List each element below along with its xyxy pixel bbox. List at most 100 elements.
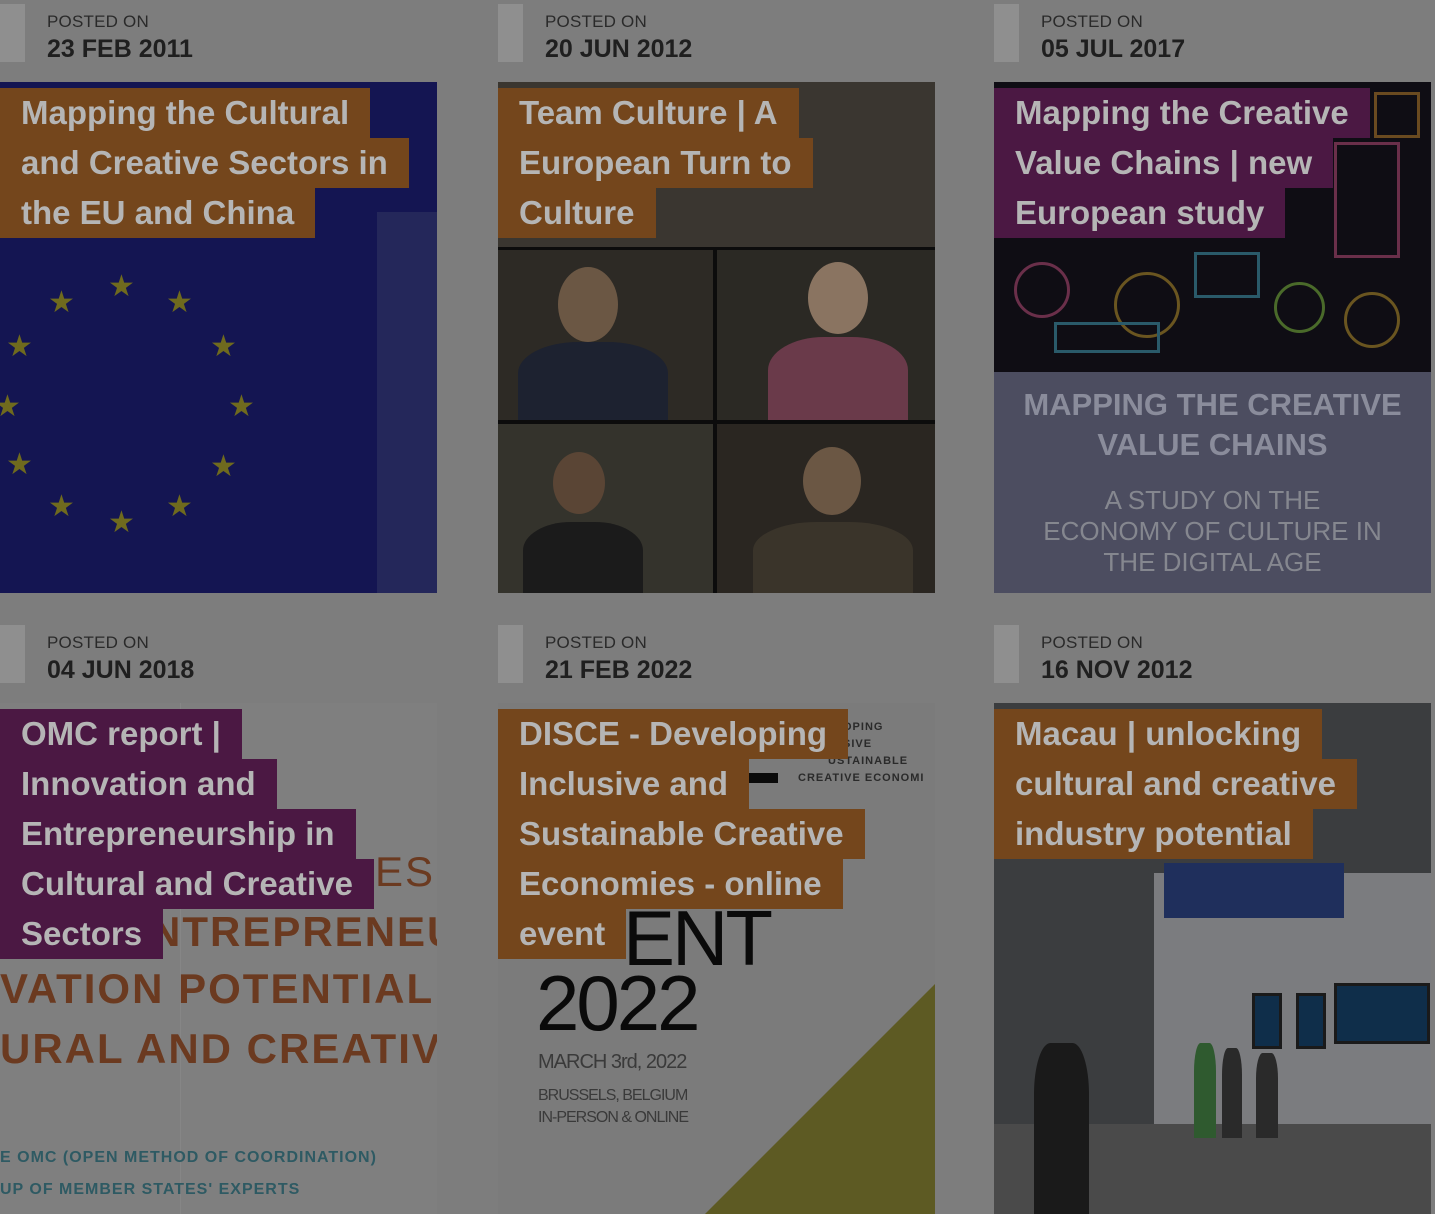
- post-title-line[interactable]: European Turn to: [498, 138, 813, 188]
- cover-heading: VALUE CHAINS: [1097, 427, 1328, 462]
- post-title-line[interactable]: OMC report |: [0, 709, 242, 759]
- post-title-line[interactable]: Economies - online: [498, 859, 843, 909]
- post-thumbnail[interactable]: MAPPING THE CREATIVE VALUE CHAINS A STUD…: [994, 82, 1431, 593]
- visitor-figure: [1222, 1048, 1242, 1138]
- post-title-line[interactable]: Innovation and: [0, 759, 277, 809]
- meta-accent-bar: [498, 625, 523, 683]
- post-date: 21 FEB 2022: [545, 656, 693, 684]
- post-title-line[interactable]: Team Culture | A: [498, 88, 799, 138]
- poster-text: IN-PERSON & ONLINE: [538, 1109, 689, 1126]
- poster-image-corner: [705, 984, 935, 1214]
- meta-accent-bar: [0, 625, 25, 683]
- post-thumbnail[interactable]: ES NTREPRENEU VATION POTENTIAL URAL AND …: [0, 703, 437, 1214]
- posted-on-label: POSTED ON: [47, 633, 149, 652]
- post-card[interactable]: POSTED ON 04 JUN 2018 ES NTREPRENEU VATI…: [0, 621, 437, 1214]
- star-icon: ★: [108, 270, 135, 303]
- cover-text: URAL AND CREATIVE: [0, 1025, 437, 1072]
- post-card[interactable]: POSTED ON 05 JUL 2017 MAPPING THE CREATI…: [994, 0, 1431, 593]
- visitor-figure: [1256, 1053, 1278, 1138]
- expo-screen: [1296, 993, 1326, 1049]
- post-title-line[interactable]: DISCE - Developing: [498, 709, 849, 759]
- visitor-figure: [1194, 1043, 1216, 1138]
- circuit-shape: [1344, 292, 1400, 348]
- post-title-line[interactable]: Value Chains | new: [994, 138, 1334, 188]
- post-meta: POSTED ON 23 FEB 2011: [0, 0, 437, 82]
- star-icon: ★: [48, 490, 75, 523]
- building-panel: [377, 212, 437, 593]
- star-icon: ★: [210, 450, 237, 483]
- meta-accent-bar: [498, 4, 523, 62]
- post-title-line[interactable]: Mapping the Cultural: [0, 88, 371, 138]
- post-title-line[interactable]: Sustainable Creative: [498, 809, 865, 859]
- star-icon: ★: [0, 390, 21, 423]
- speaker-body: [518, 342, 668, 420]
- post-title-line[interactable]: Entrepreneurship in: [0, 809, 356, 859]
- expo-sign: [1164, 863, 1344, 918]
- post-date: 20 JUN 2012: [545, 35, 693, 63]
- post-title[interactable]: Mapping the Cultural and Creative Sector…: [0, 88, 409, 238]
- circuit-shape: [1374, 92, 1420, 138]
- circuit-shape: [1014, 262, 1070, 318]
- cover-text: VATION POTENTIAL: [0, 965, 435, 1012]
- post-title-line[interactable]: Culture: [498, 188, 656, 238]
- cover-subheading: A STUDY ON THE: [1104, 485, 1321, 515]
- post-title-line[interactable]: European study: [994, 188, 1286, 238]
- post-title-line[interactable]: cultural and creative: [994, 759, 1357, 809]
- post-meta: POSTED ON 16 NOV 2012: [994, 621, 1431, 703]
- post-thumbnail[interactable]: OPING SIVE USTAINABLE CREATIVE ECONOMI E…: [498, 703, 935, 1214]
- post-meta: POSTED ON 04 JUN 2018: [0, 621, 437, 703]
- post-title-line[interactable]: Macau | unlocking: [994, 709, 1323, 759]
- star-icon: ★: [228, 390, 255, 423]
- post-meta: POSTED ON 21 FEB 2022: [498, 621, 935, 703]
- post-title-line[interactable]: Inclusive and: [498, 759, 750, 809]
- speaker-head: [803, 447, 861, 515]
- star-icon: ★: [48, 286, 75, 319]
- post-thumbnail[interactable]: Macau | unlocking cultural and creative …: [994, 703, 1431, 1214]
- posted-on-label: POSTED ON: [545, 12, 647, 31]
- post-card[interactable]: POSTED ON 21 FEB 2022 OPING SIVE USTAINA…: [498, 621, 935, 1214]
- post-thumbnail[interactable]: Mapping the Cultural and Creative Sector…: [0, 82, 437, 593]
- post-title-line[interactable]: the EU and China: [0, 188, 316, 238]
- post-title-line[interactable]: event: [498, 909, 627, 959]
- post-title[interactable]: OMC report | Innovation and Entrepreneur…: [0, 709, 374, 959]
- post-date: 16 NOV 2012: [1041, 656, 1193, 684]
- post-card[interactable]: POSTED ON 23 FEB 2011 Mapping the Cultur…: [0, 0, 437, 593]
- post-date: 23 FEB 2011: [47, 35, 193, 63]
- cover-subheading: THE DIGITAL AGE: [1103, 547, 1322, 577]
- cover-text: UP OF MEMBER STATES' EXPERTS: [0, 1181, 301, 1198]
- star-icon: ★: [6, 448, 33, 481]
- speaker-head: [553, 452, 605, 514]
- post-meta: POSTED ON 20 JUN 2012: [498, 0, 935, 82]
- meta-accent-bar: [0, 4, 25, 62]
- star-icon: ★: [166, 490, 193, 523]
- post-date: 05 JUL 2017: [1041, 35, 1186, 63]
- cover-subheading: ECONOMY OF CULTURE IN: [1043, 516, 1382, 546]
- circuit-shape: [1194, 252, 1260, 298]
- post-meta: POSTED ON 05 JUL 2017: [994, 0, 1431, 82]
- post-thumbnail[interactable]: Team Culture | A European Turn to Cultur…: [498, 82, 935, 593]
- posted-on-label: POSTED ON: [1041, 633, 1143, 652]
- post-title[interactable]: Macau | unlocking cultural and creative …: [994, 709, 1357, 859]
- star-icon: ★: [108, 506, 135, 539]
- post-title-line[interactable]: industry potential: [994, 809, 1313, 859]
- posted-on-label: POSTED ON: [545, 633, 647, 652]
- cover-heading: MAPPING THE CREATIVE: [1023, 387, 1402, 422]
- post-card[interactable]: POSTED ON 16 NOV 2012 Macau | unlocking …: [994, 621, 1431, 1214]
- post-title[interactable]: Mapping the Creative Value Chains | new …: [994, 88, 1370, 238]
- expo-screen: [1252, 993, 1282, 1049]
- speaker-body: [753, 522, 913, 593]
- post-title[interactable]: DISCE - Developing Inclusive and Sustain…: [498, 709, 865, 959]
- circuit-shape: [1054, 322, 1160, 353]
- post-title-line[interactable]: Sectors: [0, 909, 164, 959]
- post-title-line[interactable]: Mapping the Creative: [994, 88, 1370, 138]
- circuit-shape: [1274, 282, 1325, 333]
- star-icon: ★: [166, 286, 193, 319]
- speaker-body: [768, 337, 908, 420]
- meta-accent-bar: [994, 625, 1019, 683]
- speaker-head: [808, 262, 868, 334]
- post-title-line[interactable]: Cultural and Creative: [0, 859, 374, 909]
- post-title-line[interactable]: and Creative Sectors in: [0, 138, 409, 188]
- post-title[interactable]: Team Culture | A European Turn to Cultur…: [498, 88, 813, 238]
- star-icon: ★: [210, 330, 237, 363]
- post-card[interactable]: POSTED ON 20 JUN 2012 Team Culture | A E…: [498, 0, 935, 593]
